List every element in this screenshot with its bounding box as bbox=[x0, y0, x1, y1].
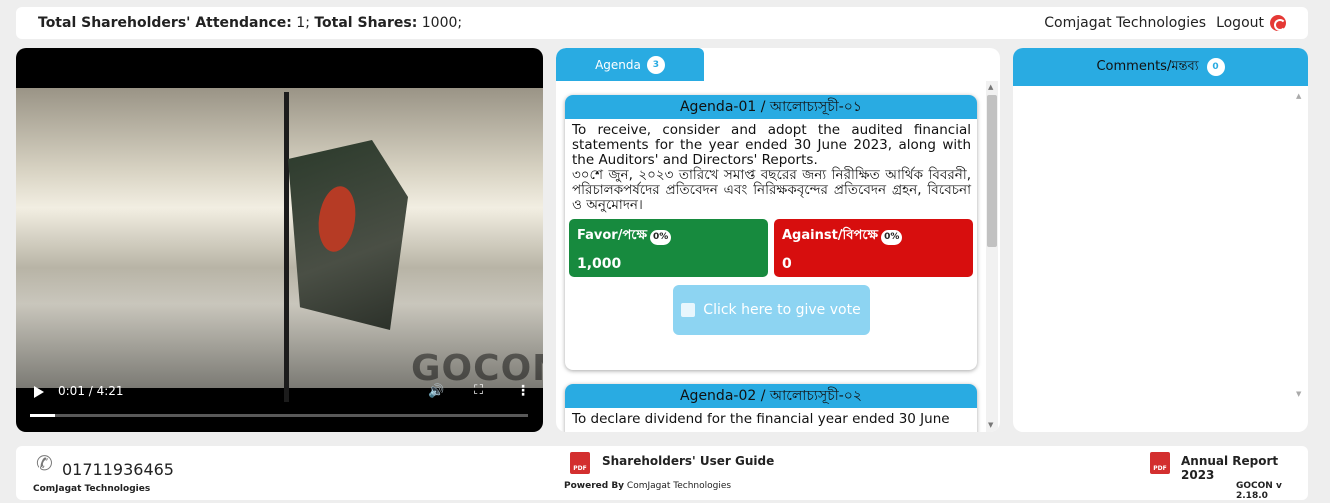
scroll-down-icon[interactable]: ▼ bbox=[1296, 390, 1301, 398]
phone-icon: ✆ bbox=[36, 451, 53, 475]
against-percent: 0% bbox=[881, 229, 903, 245]
vote-icon bbox=[681, 303, 696, 317]
video-progress-bar[interactable] bbox=[30, 414, 528, 417]
shares-value: 1000; bbox=[421, 15, 463, 31]
scroll-up-icon[interactable]: ▲ bbox=[1296, 92, 1301, 100]
attendance-value: 1; bbox=[296, 15, 310, 31]
phone-number: 01711936465 bbox=[62, 460, 174, 479]
video-progress-fill bbox=[30, 414, 55, 417]
agenda-panel: Agenda 3 Agenda-01 / আলোচ্যসূচী-০১ To re… bbox=[556, 48, 1000, 432]
comments-header[interactable]: Comments/মন্তব্য 0 bbox=[1013, 48, 1308, 86]
video-controls: 0:01 / 4:21 🔊 ⛶ ⋮ bbox=[16, 378, 543, 418]
annual-report-link[interactable]: Annual Report 2023 bbox=[1181, 454, 1308, 482]
give-vote-button[interactable]: Click here to give vote bbox=[672, 285, 870, 335]
agenda-count-badge: 3 bbox=[646, 55, 665, 74]
top-bar: Total Shareholders' Attendance: 1; Total… bbox=[16, 7, 1308, 39]
agenda-title: Agenda-02 / আলোচ্যসূচী-০২ bbox=[565, 384, 977, 408]
comments-panel: Comments/মন্তব্য 0 ▲ ▼ bbox=[1013, 48, 1308, 432]
play-icon[interactable] bbox=[34, 386, 44, 398]
powered-by-company[interactable]: ComJagat Technologies bbox=[627, 481, 731, 491]
agenda-description: To receive, consider and adopt the audit… bbox=[565, 119, 977, 213]
against-label: Against/বিপক্ষে bbox=[782, 228, 879, 243]
user-area: Comjagat Technologies Logout bbox=[1044, 15, 1286, 31]
against-box: Against/বিপক্ষে 0% 0 bbox=[774, 219, 973, 277]
attendance-label: Total Shareholders' Attendance: bbox=[38, 15, 292, 31]
scroll-down-icon[interactable]: ▼ bbox=[988, 421, 993, 429]
tab-agenda[interactable]: Agenda 3 bbox=[556, 48, 704, 81]
scrollbar-thumb[interactable] bbox=[987, 95, 997, 247]
agenda-description: To declare dividend for the financial ye… bbox=[565, 408, 977, 427]
flag-pole bbox=[284, 92, 289, 402]
comments-title: Comments/মন্তব্য bbox=[1096, 58, 1199, 74]
vote-summary: Favor/পক্ষে 0% 1,000 Against/বিপক্ষে 0% 0 bbox=[565, 213, 977, 277]
favor-value: 1,000 bbox=[577, 256, 622, 272]
agenda-tab-label: Agenda bbox=[595, 57, 641, 72]
comments-scrollbar[interactable]: ▲ ▼ bbox=[1296, 92, 1306, 402]
agenda-list[interactable]: Agenda-01 / আলোচ্যসূচী-০১ To receive, co… bbox=[556, 81, 1000, 432]
logout-icon[interactable] bbox=[1270, 15, 1286, 31]
against-value: 0 bbox=[782, 256, 792, 272]
pdf-icon: PDF bbox=[570, 452, 590, 474]
shares-label: Total Shares: bbox=[314, 15, 418, 31]
agenda-title: Agenda-01 / আলোচ্যসূচী-০১ bbox=[565, 95, 977, 119]
agenda-text-bn: ৩০শে জুন, ২০২৩ তারিখে সমাপ্ত বছরের জন্য … bbox=[572, 167, 971, 213]
user-guide-link[interactable]: Shareholders' User Guide bbox=[602, 454, 774, 468]
agenda-scrollbar[interactable]: ▲ ▼ bbox=[986, 81, 998, 432]
favor-box: Favor/পক্ষে 0% 1,000 bbox=[569, 219, 768, 277]
agenda-text-en: To receive, consider and adopt the audit… bbox=[572, 122, 971, 168]
give-vote-label: Click here to give vote bbox=[703, 302, 861, 318]
video-time: 0:01 / 4:21 bbox=[58, 384, 124, 398]
pdf-icon: PDF bbox=[1150, 452, 1170, 474]
logout-link[interactable]: Logout bbox=[1216, 15, 1264, 31]
powered-by-label: Powered By bbox=[564, 481, 625, 491]
footer-company: ComJagat Technologies bbox=[33, 484, 151, 494]
comments-count-badge: 0 bbox=[1206, 58, 1225, 76]
company-name: Comjagat Technologies bbox=[1044, 15, 1207, 31]
attendance-summary: Total Shareholders' Attendance: 1; Total… bbox=[38, 15, 462, 31]
agenda-card: Agenda-02 / আলোচ্যসূচী-০২ To declare div… bbox=[565, 384, 977, 432]
fullscreen-icon[interactable]: ⛶ bbox=[474, 383, 483, 398]
favor-percent: 0% bbox=[650, 229, 672, 245]
footer: ✆ 01711936465 ComJagat Technologies PDF … bbox=[16, 446, 1308, 501]
scroll-up-icon[interactable]: ▲ bbox=[988, 83, 993, 91]
volume-icon[interactable]: 🔊 bbox=[428, 384, 444, 399]
video-frame bbox=[16, 88, 543, 388]
agenda-text-en: To declare dividend for the financial ye… bbox=[572, 411, 950, 427]
version-label: GOCON v 2.18.0 bbox=[1236, 481, 1282, 501]
agenda-card: Agenda-01 / আলোচ্যসূচী-০১ To receive, co… bbox=[565, 95, 977, 370]
video-player[interactable]: GOCON 0:01 / 4:21 🔊 ⛶ ⋮ bbox=[16, 48, 543, 432]
more-options-icon[interactable]: ⋮ bbox=[516, 383, 530, 399]
powered-by: Powered By ComJagat Technologies bbox=[564, 481, 731, 491]
favor-label: Favor/পক্ষে bbox=[577, 228, 648, 243]
